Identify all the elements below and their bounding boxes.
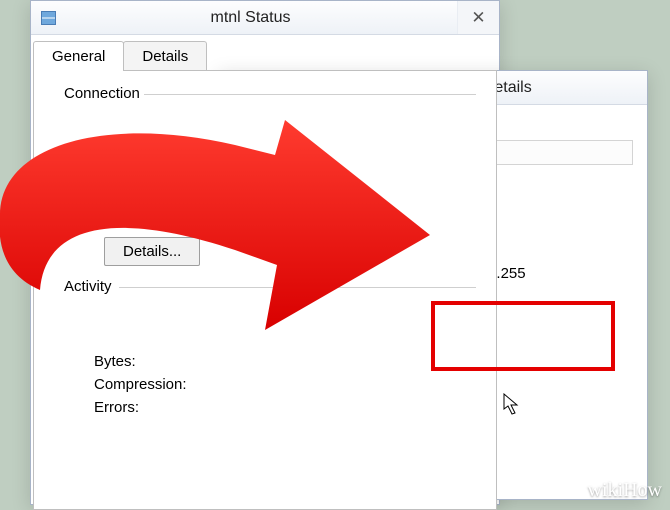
field-duration: Duration: [94, 186, 254, 203]
tab-general[interactable]: General [33, 41, 124, 71]
field-ipv: IPv… [94, 140, 254, 157]
status-window: mtnl Status ✕ General Details Connection… [30, 0, 500, 505]
tab-panel-general: Connection IPv… Media State: Duration: S… [33, 70, 497, 510]
close-icon[interactable]: ✕ [457, 1, 499, 34]
status-title: mtnl Status [44, 9, 457, 27]
tabs: General Details [31, 35, 499, 71]
field-errors: Errors: [94, 399, 254, 416]
field-compression: Compression: [94, 376, 254, 393]
status-titlebar: mtnl Status ✕ [31, 1, 499, 35]
field-media-state: Media State: [94, 163, 254, 180]
tab-details[interactable]: Details [123, 41, 207, 71]
field-speed: Speed: [94, 209, 254, 226]
field-bytes: Bytes: [94, 353, 254, 370]
details-button[interactable]: Details... [104, 237, 200, 266]
